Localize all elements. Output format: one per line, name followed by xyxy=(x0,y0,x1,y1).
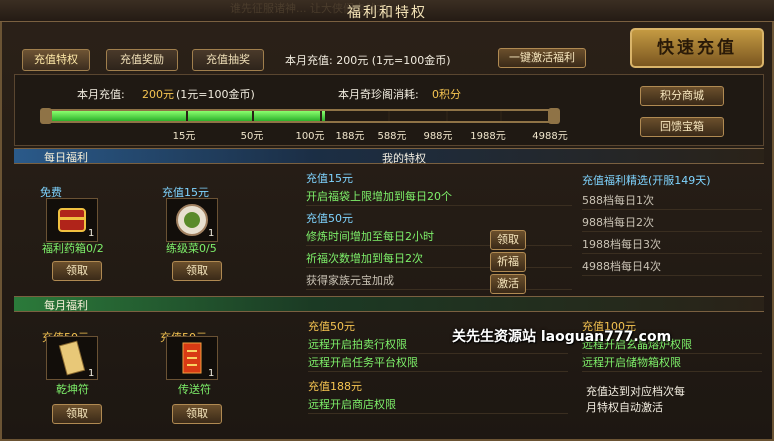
bar-divider xyxy=(186,111,188,121)
recharge-progress-fill xyxy=(52,111,325,121)
bar-divider xyxy=(500,111,502,121)
claim-training-button[interactable]: 领取 xyxy=(490,230,526,250)
claim-button[interactable]: 领取 xyxy=(52,261,102,281)
recharge-value: 200元 xyxy=(142,88,174,101)
activate-all-button[interactable]: 一键激活福利 xyxy=(498,48,586,68)
monthly-item-name: 乾坤符 xyxy=(56,383,89,396)
tick-label: 50元 xyxy=(240,131,264,142)
perk-text: 开启福袋上限增加到每日20个 xyxy=(306,188,572,206)
monthly-item-count: 1 xyxy=(208,368,215,379)
selected-list: 588档每日1次 988档每日2次 1988档每日3次 4988档每日4次 xyxy=(582,192,762,276)
monthly-item-count: 1 xyxy=(88,368,95,379)
tab-recharge-privilege[interactable]: 充值特权 xyxy=(22,49,90,71)
monthly-item-name: 传送符 xyxy=(178,383,211,396)
perk-text: 祈福次数增加到每日2次 xyxy=(306,250,572,268)
bar-divider xyxy=(320,111,322,121)
daily-section-label: 每日福利 xyxy=(44,151,88,164)
monthly-recharge-summary: 本月充值: 200元 (1元=100金币) xyxy=(285,54,451,67)
claim-button[interactable]: 领取 xyxy=(172,404,222,424)
recharge-label: 本月充值: xyxy=(77,88,125,101)
consume-label: 本月奇珍阁消耗: xyxy=(338,88,419,101)
daily-item-name: 练级菜0/5 xyxy=(166,242,217,255)
selected-line: 4988档每日4次 xyxy=(582,258,762,276)
bar-right-cap xyxy=(548,108,560,124)
note-line: 月特权自动激活 xyxy=(586,401,663,414)
perk-text: 修炼时间增加至每日2小时 xyxy=(306,228,572,246)
recharge-note: (1元=100金币) xyxy=(176,88,255,101)
pray-button[interactable]: 祈福 xyxy=(490,252,526,272)
claim-button[interactable]: 领取 xyxy=(172,261,222,281)
perk-head: 充值188元 xyxy=(308,380,362,393)
perk-text: 远程开启储物箱权限 xyxy=(582,354,762,372)
perk-text: 获得家族元宝加成 xyxy=(306,272,572,290)
daily-item-count: 1 xyxy=(208,228,215,239)
activate-bonus-button[interactable]: 激活 xyxy=(490,274,526,294)
selected-line: 988档每日2次 xyxy=(582,214,762,232)
selected-line: 1988档每日3次 xyxy=(582,236,762,254)
window-title: 福利和特权 xyxy=(347,5,427,21)
tick-label: 1988元 xyxy=(470,131,506,142)
claim-button[interactable]: 领取 xyxy=(52,404,102,424)
recharge-progress-bar xyxy=(50,109,550,123)
perk-head: 充值15元 xyxy=(306,172,353,185)
tick-label: 100元 xyxy=(295,131,325,142)
tick-label: 4988元 xyxy=(532,131,568,142)
daily-item-count: 1 xyxy=(88,228,95,239)
monthly-section-label: 每月福利 xyxy=(44,299,88,312)
bar-divider xyxy=(388,111,390,121)
monthly-section-header: 每月福利 xyxy=(14,296,764,312)
daily-item-name: 福利药箱0/2 xyxy=(42,242,104,255)
tick-label: 588元 xyxy=(377,131,407,142)
perk-text: 远程开启任务平台权限 xyxy=(308,354,568,372)
bar-divider xyxy=(446,111,448,121)
perk-head: 充值50元 xyxy=(306,212,353,225)
daily-perk-list: 充值15元 开启福袋上限增加到每日20个 充值50元 修炼时间增加至每日2小时 … xyxy=(306,170,572,290)
tick-label: 988元 xyxy=(423,131,453,142)
points-shop-button[interactable]: 积分商城 xyxy=(640,86,724,106)
tick-label: 15元 xyxy=(172,131,196,142)
privilege-title: 我的特权 xyxy=(382,152,426,165)
feedback-treasure-button[interactable]: 回馈宝箱 xyxy=(640,117,724,137)
quick-recharge-button[interactable]: 快速充值 xyxy=(630,28,764,68)
watermark-text: 关先生资源站 laoguan777.com xyxy=(452,329,672,345)
selected-line: 588档每日1次 xyxy=(582,192,762,210)
tab-recharge-lottery[interactable]: 充值抽奖 xyxy=(192,49,264,71)
tick-label: 188元 xyxy=(335,131,365,142)
consume-value: 0积分 xyxy=(432,88,461,101)
bar-divider xyxy=(252,111,254,121)
tab-recharge-reward[interactable]: 充值奖励 xyxy=(106,49,178,71)
perk-text: 远程开启商店权限 xyxy=(308,396,568,414)
note-line: 充值达到对应档次每 xyxy=(586,385,685,398)
selected-title: 充值福利精选(开服149天) xyxy=(582,174,711,187)
auto-activate-note: 充值达到对应档次每 月特权自动激活 xyxy=(586,384,685,416)
